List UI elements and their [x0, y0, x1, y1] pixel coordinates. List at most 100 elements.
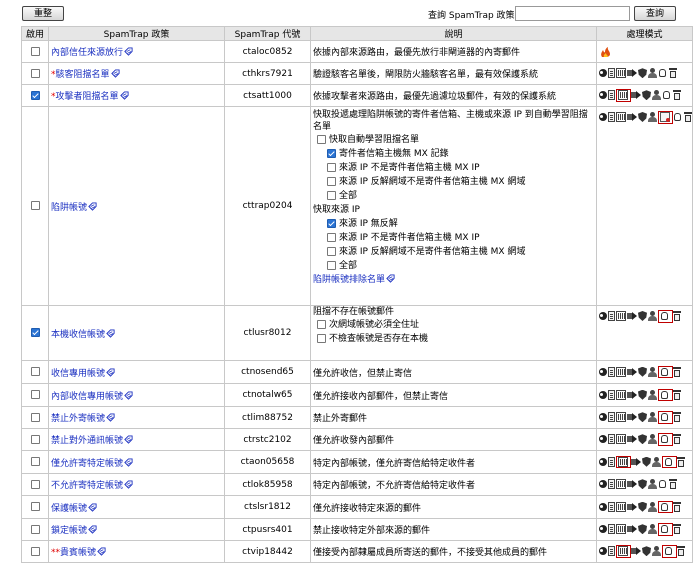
schedule-icon[interactable]	[618, 546, 628, 557]
delete-icon[interactable]	[669, 479, 677, 490]
policy-link[interactable]: *駭客阻擋名單	[51, 69, 120, 80]
enabled-checkbox[interactable]	[30, 90, 40, 100]
schedule-icon[interactable]	[616, 68, 626, 79]
delete-icon[interactable]	[673, 501, 681, 512]
shield-icon[interactable]	[638, 112, 647, 122]
policy-link[interactable]: 不允許寄特定帳號	[51, 480, 133, 491]
shield-icon[interactable]	[638, 434, 647, 445]
view-icon[interactable]	[599, 91, 607, 100]
delete-icon[interactable]	[669, 68, 677, 79]
hand-icon[interactable]	[660, 390, 670, 400]
enabled-checkbox[interactable]	[30, 46, 40, 56]
schedule-icon[interactable]	[616, 366, 626, 377]
ip-option-checkbox[interactable]	[327, 233, 336, 242]
forward-icon[interactable]	[627, 390, 637, 400]
forward-icon[interactable]	[627, 311, 637, 321]
shield-icon[interactable]	[638, 479, 647, 490]
shield-icon[interactable]	[638, 412, 647, 423]
hand-icon[interactable]	[660, 412, 670, 422]
flame-icon[interactable]	[599, 46, 613, 58]
schedule-icon[interactable]	[616, 311, 626, 321]
policy-link[interactable]: 收信專用帳號	[51, 367, 115, 379]
shield-icon[interactable]	[638, 524, 647, 535]
user-icon[interactable]	[648, 68, 657, 79]
policy-link[interactable]: 內部信任來源放行	[51, 47, 133, 58]
delete-icon[interactable]	[673, 434, 681, 445]
exclude-list-link[interactable]: 陷阱帳號排除名單	[313, 273, 594, 287]
local-option-checkbox[interactable]	[317, 320, 326, 329]
view-icon[interactable]	[599, 113, 607, 121]
shield-icon[interactable]	[642, 546, 651, 557]
forward-icon[interactable]	[631, 90, 641, 100]
shield-icon[interactable]	[638, 68, 647, 79]
log-icon[interactable]	[608, 311, 615, 321]
view-icon[interactable]	[599, 480, 607, 489]
search-input[interactable]	[515, 6, 630, 21]
shield-icon[interactable]	[638, 501, 647, 512]
user-icon[interactable]	[648, 479, 657, 490]
shield-icon[interactable]	[638, 366, 647, 377]
log-icon[interactable]	[608, 389, 615, 400]
hand-icon[interactable]	[664, 457, 674, 467]
user-icon[interactable]	[648, 366, 657, 377]
forward-icon[interactable]	[627, 434, 637, 444]
view-icon[interactable]	[599, 435, 607, 444]
hand-icon[interactable]	[662, 90, 672, 100]
hand-icon[interactable]	[660, 434, 670, 444]
delete-icon[interactable]	[673, 389, 681, 400]
mx-option-checkbox[interactable]	[327, 149, 336, 158]
user-icon[interactable]	[652, 546, 661, 557]
schedule-icon[interactable]	[616, 412, 626, 423]
delete-icon[interactable]	[684, 112, 692, 122]
log-icon[interactable]	[608, 524, 615, 535]
delete-icon[interactable]	[673, 366, 681, 377]
certificate-icon[interactable]	[660, 112, 670, 122]
shield-icon[interactable]	[642, 456, 651, 467]
forward-icon[interactable]	[627, 112, 637, 122]
reset-button[interactable]: 重整	[22, 6, 64, 21]
forward-icon[interactable]	[627, 367, 637, 377]
policy-link[interactable]: 禁止對外通訊帳號	[51, 435, 133, 446]
enabled-checkbox[interactable]	[30, 328, 40, 337]
log-icon[interactable]	[608, 546, 615, 557]
view-icon[interactable]	[599, 547, 607, 556]
hand-icon[interactable]	[664, 546, 674, 556]
enabled-checkbox[interactable]	[30, 479, 40, 489]
policy-link[interactable]: 本機收信帳號	[51, 328, 115, 340]
delete-icon[interactable]	[673, 311, 681, 321]
schedule-icon[interactable]	[616, 501, 626, 512]
delete-icon[interactable]	[677, 456, 685, 467]
user-icon[interactable]	[648, 412, 657, 423]
enabled-checkbox[interactable]	[30, 201, 40, 210]
log-icon[interactable]	[608, 456, 615, 467]
user-icon[interactable]	[652, 90, 661, 101]
schedule-icon[interactable]	[616, 479, 626, 490]
user-icon[interactable]	[648, 434, 657, 445]
hand-icon[interactable]	[658, 68, 668, 78]
shield-icon[interactable]	[638, 389, 647, 400]
view-icon[interactable]	[599, 312, 607, 320]
search-button[interactable]: 查詢	[634, 6, 676, 21]
local-option-checkbox[interactable]	[317, 334, 326, 343]
enabled-checkbox[interactable]	[30, 390, 40, 399]
view-icon[interactable]	[599, 525, 607, 534]
enabled-checkbox[interactable]	[30, 367, 40, 376]
view-icon[interactable]	[599, 413, 607, 422]
forward-icon[interactable]	[631, 457, 641, 467]
user-icon[interactable]	[648, 311, 657, 321]
ip-option-checkbox[interactable]	[327, 261, 336, 270]
enabled-checkbox[interactable]	[30, 68, 40, 78]
hand-icon[interactable]	[660, 311, 670, 321]
hand-icon[interactable]	[660, 524, 670, 534]
schedule-icon[interactable]	[616, 112, 626, 122]
schedule-icon[interactable]	[618, 90, 628, 101]
schedule-icon[interactable]	[616, 389, 626, 400]
forward-icon[interactable]	[631, 546, 641, 556]
auto-learn-checkbox[interactable]	[317, 135, 326, 144]
log-icon[interactable]	[608, 412, 615, 423]
policy-link[interactable]: 僅允許寄特定帳號	[51, 457, 133, 469]
enabled-checkbox[interactable]	[30, 412, 40, 422]
log-icon[interactable]	[608, 366, 615, 377]
forward-icon[interactable]	[627, 68, 637, 78]
log-icon[interactable]	[608, 112, 615, 122]
